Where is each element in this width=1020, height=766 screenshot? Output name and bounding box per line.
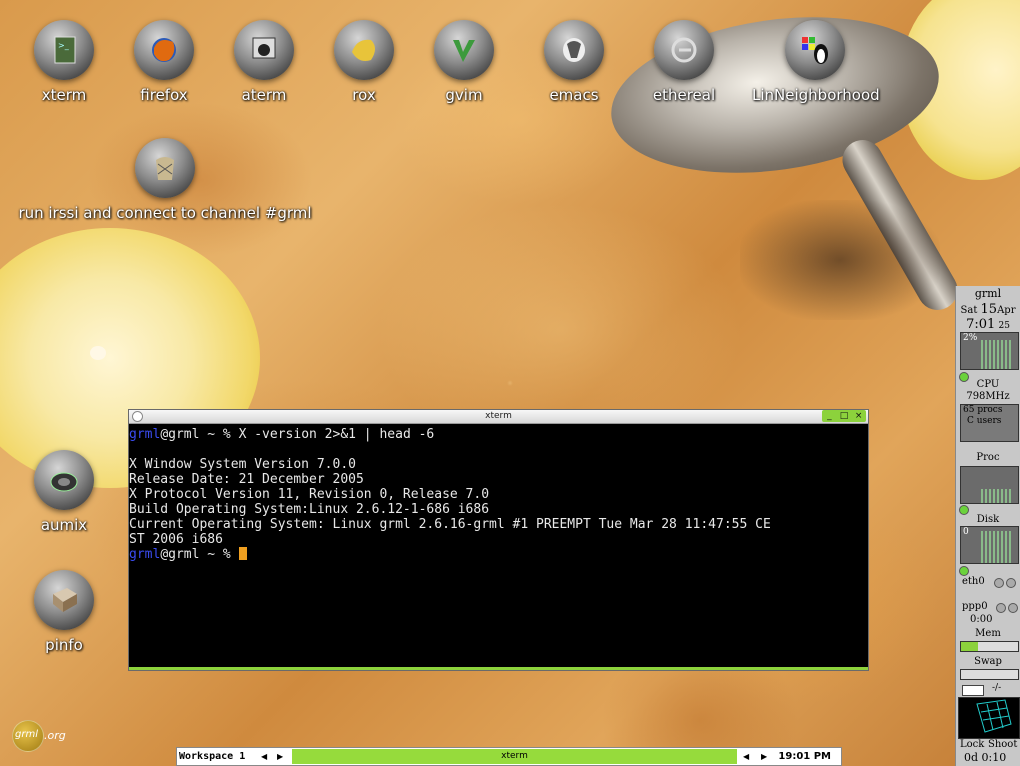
mem-label: Mem (975, 628, 1001, 639)
workspace-label[interactable]: Workspace 1 (179, 748, 245, 765)
desktop-icon-gvim[interactable]: gvim (404, 20, 524, 104)
proc-graph (960, 466, 1019, 504)
logo-suffix: .org (44, 729, 66, 742)
desktop-icon-irssi[interactable]: run irssi and connect to channel #grml (0, 138, 330, 222)
prompt-user: grml (129, 547, 161, 562)
terminal-line: grml@grml ~ % (129, 547, 868, 562)
wireframe-icon (976, 699, 1012, 733)
line-text: @grml ~ % (160, 547, 239, 562)
aterm-icon (252, 37, 276, 59)
cpu-graph: 2% (960, 332, 1019, 370)
text-cursor (238, 547, 247, 560)
speaker-icon (50, 472, 78, 492)
maximize-button[interactable]: □ (837, 410, 852, 422)
shoot-button[interactable]: Shoot (988, 739, 1017, 750)
gvim-icon (453, 40, 475, 62)
screen-preview[interactable] (958, 697, 1020, 739)
desktop-icon-ethereal[interactable]: ethereal (624, 20, 744, 104)
xterm-titlebar[interactable]: xterm _ □ × (129, 410, 868, 424)
terminal-line: ST 2006 i686 (129, 532, 223, 547)
linneighborhood-icon (802, 37, 828, 64)
eth0-tx-led (1006, 578, 1016, 588)
disk-graph: 0 (960, 526, 1019, 564)
workspace-next-icon[interactable]: ▶ (277, 748, 283, 765)
desktop-icon-linneighborhood[interactable]: LinNeighborhood (752, 20, 880, 104)
terminal-icon: >_ (54, 36, 76, 64)
disk-value: 0 (963, 527, 969, 537)
book-icon (53, 588, 77, 612)
wallpaper-shadow (740, 200, 940, 320)
rox-icon (352, 39, 375, 61)
terminal-line: Release Date: 21 December 2005 (129, 472, 364, 487)
cpu-percent: 2% (963, 333, 978, 343)
logo-text: grml (15, 729, 38, 740)
task-next-icon[interactable]: ▶ (761, 748, 767, 765)
disk-led (959, 566, 969, 576)
uptime: 0d 0:10 (964, 751, 1007, 764)
mem-bar (960, 641, 1019, 652)
terminal-line: X Protocol Version 11, Revision 0, Relea… (129, 487, 490, 502)
window-controls: _ □ × (822, 410, 866, 422)
users-count: C users (967, 416, 1002, 426)
desktop-icon-label: aumix (40, 516, 88, 534)
terminal-output[interactable]: grml@grml ~ % X -version 2>&1 | head -6 … (129, 427, 868, 667)
ppp0-tx-led (1008, 603, 1018, 613)
dock-seconds: 25 (998, 321, 1010, 331)
irssi-icon (156, 157, 174, 180)
desktop-icon-label: LinNeighborhood (752, 86, 880, 104)
dock-day-number: 15 (980, 302, 998, 317)
dock-month: Apr (997, 305, 1016, 316)
swap-bar (960, 669, 1019, 680)
desktop-icon-label: gvim (445, 86, 483, 104)
dock-time: 7:01 25 (956, 317, 1020, 332)
emacs-icon (563, 38, 585, 62)
mail-count: -/- (992, 683, 1002, 693)
desktop-icon-aumix[interactable]: aumix (4, 450, 124, 534)
dock-time-value: 7:01 (966, 317, 996, 332)
desktop-icon-label: run irssi and connect to channel #grml (18, 204, 312, 222)
svg-text:>_: >_ (58, 41, 70, 50)
firefox-icon (152, 38, 176, 62)
mail-icon[interactable] (962, 685, 984, 696)
window-bottom-border[interactable] (129, 667, 868, 670)
ppp0-time: 0:00 (970, 614, 993, 625)
xterm-window[interactable]: xterm _ □ × grml@grml ~ % X -version 2>&… (128, 409, 869, 671)
terminal-line: grml@grml ~ % X -version 2>&1 | head -6 (129, 427, 868, 442)
cpu-frequency: 798MHz (966, 391, 1010, 402)
disk-label: Disk (976, 514, 1000, 525)
window-title: xterm (485, 411, 512, 421)
minimize-button[interactable]: _ (822, 410, 837, 422)
taskbar: Workspace 1 ◀ ▶ xterm ◀ ▶ 19:01 PM (176, 747, 842, 766)
procs-count: 65 procs (963, 405, 1003, 415)
workspace-prev-icon[interactable]: ◀ (261, 748, 267, 765)
dockapp-panel: grml Sat 15Apr 7:01 25 2% CPU 798MHz 65 … (955, 286, 1020, 766)
dock-date: Sat 15Apr (956, 302, 1020, 317)
terminal-line: Current Operating System: Linux grml 2.6… (129, 517, 771, 532)
task-prev-icon[interactable]: ◀ (743, 748, 749, 765)
desktop-icon-label: emacs (549, 86, 599, 104)
ppp0-rx-led (996, 603, 1006, 613)
taskbar-clock: 19:01 PM (778, 751, 831, 762)
dock-day: Sat (960, 305, 978, 316)
ethereal-icon (671, 37, 697, 63)
desktop-icon-emacs[interactable]: emacs (514, 20, 634, 104)
grml-logo: grml .org (12, 720, 72, 754)
desktop-icon-label: pinfo (45, 636, 83, 654)
procs-graph: 65 procs C users (960, 404, 1019, 442)
task-button-xterm[interactable]: xterm (292, 749, 737, 764)
prompt-user: grml (129, 427, 161, 442)
dock-hostname: grml (974, 287, 1002, 300)
swap-label: Swap (974, 656, 1002, 667)
eth0-rx-led (994, 578, 1004, 588)
desktop-icon-label: ethereal (652, 86, 716, 104)
terminal-line: Build Operating System:Linux 2.6.12-1-68… (129, 502, 490, 517)
proc-label: Proc (976, 452, 1000, 463)
close-button[interactable]: × (851, 410, 866, 422)
desktop-icon-pinfo[interactable]: pinfo (4, 570, 124, 654)
lock-button[interactable]: Lock (960, 739, 984, 750)
terminal-line: X Window System Version 7.0.0 (129, 457, 356, 472)
cpu-label: CPU (976, 379, 1000, 390)
line-text: @grml ~ % X -version 2>&1 | head -6 (160, 427, 435, 442)
